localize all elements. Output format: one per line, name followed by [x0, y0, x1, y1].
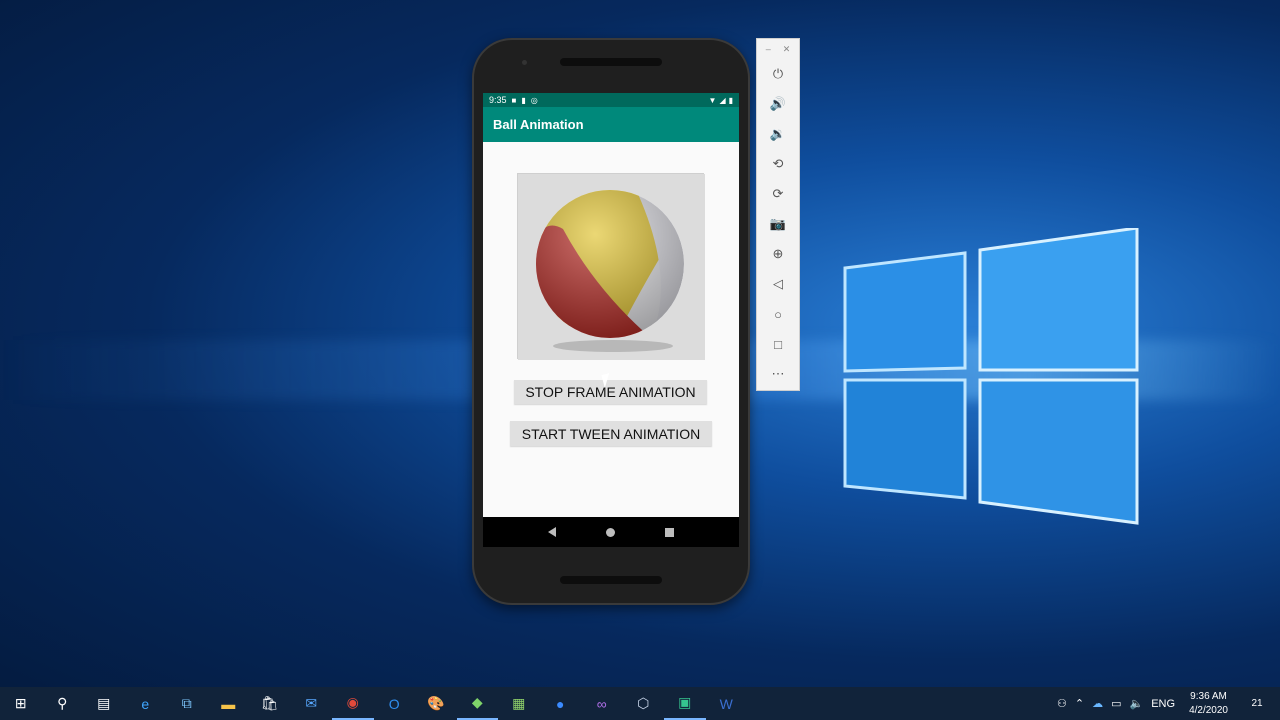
visual-studio-icon[interactable]: ∞	[581, 687, 623, 720]
sync-icon: ◎	[530, 95, 538, 105]
outlook-icon[interactable]: O	[374, 687, 416, 720]
recents-icon[interactable]	[665, 527, 674, 537]
notification-count: 21	[1251, 698, 1263, 709]
app-bar: Ball Animation	[483, 107, 739, 142]
windows-logo-wallpaper	[843, 228, 1139, 525]
system-tray: ⚇ ⌃ ☁ ▭ 🔈 ENG 9:36 AM 4/2/2020 21	[1057, 687, 1280, 720]
edge-icon[interactable]: e	[125, 687, 167, 720]
sd-card-icon: ▮	[521, 95, 526, 105]
stop-frame-animation-label: STOP FRAME ANIMATION	[525, 384, 696, 400]
notification-icon: ■	[511, 95, 517, 105]
zoom-app-icon[interactable]: ●	[540, 687, 582, 720]
paint-icon[interactable]: 🎨	[415, 687, 457, 720]
rotate-left-icon[interactable]: ⟲	[757, 149, 799, 179]
onedrive-icon[interactable]: ☁	[1092, 697, 1103, 710]
people-icon[interactable]: ⚇	[1057, 697, 1067, 710]
mail-icon[interactable]: ✉	[291, 687, 333, 720]
status-time: 9:35	[489, 95, 507, 105]
app-content: STOP FRAME ANIMATION START TWEEN ANIMATI…	[483, 142, 739, 517]
volume-down-icon[interactable]: 🔉	[757, 119, 799, 149]
android-studio-icon[interactable]: ◆	[456, 687, 498, 720]
volume-up-icon[interactable]: 🔊	[757, 89, 799, 119]
wifi-icon: ▼	[708, 95, 717, 105]
virtualbox-icon[interactable]: ⬡	[623, 687, 665, 720]
earpiece-speaker	[560, 58, 662, 66]
language-indicator[interactable]: ENG	[1151, 698, 1175, 710]
store-icon[interactable]: 🛍	[249, 687, 291, 720]
bottom-speaker	[560, 576, 662, 584]
front-camera	[522, 60, 527, 65]
more-icon[interactable]: ⋯	[757, 359, 799, 389]
terminal-icon[interactable]: ▣	[664, 687, 706, 720]
phone-screen: 9:35 ■ ▮ ◎ ▼ ◢ ▮ Ball Animation STOP FRA…	[483, 93, 739, 547]
home-icon[interactable]	[606, 527, 615, 537]
volume-icon[interactable]: 🔈	[1130, 697, 1144, 710]
zoom-icon[interactable]: ⊕	[757, 239, 799, 269]
network-icon[interactable]: ▭	[1111, 697, 1121, 710]
battery-icon: ▮	[728, 95, 733, 105]
app-title: Ball Animation	[493, 117, 584, 132]
clock-date: 4/2/2020	[1189, 704, 1228, 716]
back-icon[interactable]: ◁	[757, 269, 799, 299]
ball-image	[517, 173, 705, 360]
start-tween-animation-label: START TWEEN ANIMATION	[521, 425, 701, 442]
emulator-toolbar: – ✕ ⏻ 🔊 🔉 ⟲ ⟳ 📷 ⊕ ◁ ○ □ ⋯	[756, 38, 800, 391]
file-explorer-icon[interactable]: ▬	[208, 687, 250, 720]
word-icon[interactable]: W	[706, 687, 748, 720]
task-view-icon[interactable]: ▤	[83, 687, 125, 720]
android-nav-bar	[483, 517, 739, 547]
search-icon[interactable]: ⚲	[42, 687, 84, 720]
phone-emulator: 9:35 ■ ▮ ◎ ▼ ◢ ▮ Ball Animation STOP FRA…	[472, 38, 750, 605]
rotate-right-icon[interactable]: ⟳	[757, 179, 799, 209]
start-tween-animation-button[interactable]: START TWEEN ANIMATION	[510, 421, 712, 446]
chrome-icon[interactable]: ◉	[332, 687, 374, 720]
notepad-icon[interactable]: ▦	[498, 687, 540, 720]
camera-icon[interactable]: 📷	[757, 209, 799, 239]
signal-icon: ◢	[719, 95, 726, 105]
windows-taskbar: ⊞ ⚲ ▤ e ⧉ ▬ 🛍 ✉ ◉ O 🎨 ◆ ▦ ● ∞ ⬡ ▣ W ⚇ ⌃ …	[0, 687, 1280, 720]
start-icon[interactable]: ⊞	[0, 687, 42, 720]
network-app-icon[interactable]: ⧉	[166, 687, 208, 720]
minimize-icon[interactable]: –	[766, 44, 771, 54]
android-status-bar: 9:35 ■ ▮ ◎ ▼ ◢ ▮	[483, 93, 739, 107]
overview-icon[interactable]: □	[757, 329, 799, 359]
power-icon[interactable]: ⏻	[757, 59, 799, 89]
home-icon[interactable]: ○	[757, 299, 799, 329]
chevron-up-icon[interactable]: ⌃	[1075, 697, 1084, 710]
close-icon[interactable]: ✕	[783, 44, 791, 55]
clock-time: 9:36 AM	[1190, 690, 1227, 702]
action-center-icon[interactable]: 21	[1246, 695, 1268, 713]
back-icon[interactable]	[548, 527, 556, 537]
clock[interactable]: 9:36 AM 4/2/2020	[1189, 690, 1228, 718]
